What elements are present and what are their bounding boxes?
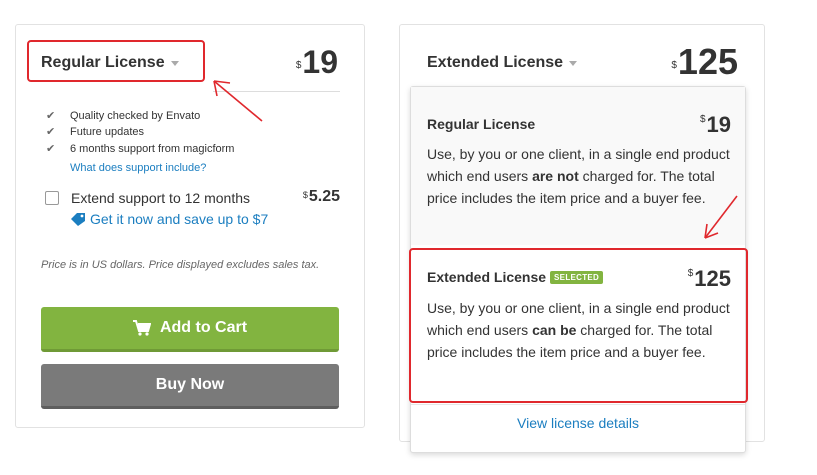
- extend-price-value: 5.25: [308, 188, 340, 205]
- dropdown-divider: [411, 404, 745, 405]
- tag-icon: [71, 212, 85, 226]
- extend-offer[interactable]: Get it now and save up to $7: [71, 211, 268, 227]
- feature-item: ✔ Quality checked by Envato: [46, 109, 201, 123]
- buy-now-label: Buy Now: [155, 376, 225, 393]
- view-license-details-link[interactable]: View license details: [411, 415, 745, 431]
- annotation-arrow-icon: [704, 195, 738, 239]
- description-emphasis: can be: [532, 322, 577, 338]
- support-info-link[interactable]: What does support include?: [70, 162, 206, 174]
- price: $125: [671, 42, 738, 82]
- feature-label: 6 months support from magicform: [70, 142, 235, 155]
- selected-badge: SELECTED: [550, 270, 604, 284]
- check-icon: ✔: [46, 126, 56, 138]
- price-value: 19: [302, 44, 338, 80]
- option-description: Use, by you or one client, in a single e…: [427, 297, 732, 363]
- price-currency: $: [699, 114, 706, 125]
- annotation-arrow-icon: [213, 80, 263, 122]
- price-note: Price is in US dollars. Price displayed …: [41, 259, 320, 271]
- license-selector-label: Extended License: [427, 54, 564, 71]
- license-selector-extended[interactable]: Extended License: [427, 53, 578, 73]
- option-title: Extended License: [427, 269, 547, 285]
- price-currency: $: [671, 60, 677, 71]
- add-to-cart-button[interactable]: Add to Cart: [41, 307, 339, 352]
- option-title: Regular License: [427, 116, 536, 132]
- chevron-down-icon: [569, 60, 578, 66]
- price-value: 125: [677, 41, 738, 82]
- price-currency: $: [295, 60, 302, 71]
- extend-support-price: $5.25: [303, 188, 340, 206]
- option-description: Use, by you or one client, in a single e…: [427, 143, 732, 209]
- price-currency: $: [687, 268, 694, 279]
- extend-offer-label: Get it now and save up to $7: [90, 211, 269, 227]
- annotation-box-license-selector: [27, 40, 205, 82]
- feature-label: Quality checked by Envato: [70, 109, 201, 122]
- check-icon: ✔: [46, 143, 56, 155]
- extend-support-label[interactable]: Extend support to 12 months: [71, 190, 250, 206]
- add-to-cart-label: Add to Cart: [159, 319, 248, 336]
- check-icon: ✔: [46, 110, 56, 122]
- extend-support-checkbox[interactable]: [45, 191, 59, 205]
- option-price: $19: [700, 112, 731, 138]
- price-value: 125: [694, 266, 731, 291]
- extend-price-currency: $: [302, 190, 308, 200]
- description-emphasis: are not: [532, 168, 579, 184]
- option-price: $125: [688, 266, 731, 292]
- option-title-row: Extended License SELECTED: [427, 269, 604, 285]
- feature-item: ✔ Future updates: [46, 125, 144, 139]
- price-value: 19: [706, 112, 731, 137]
- feature-item: ✔ 6 months support from magicform: [46, 142, 235, 156]
- price: $19: [296, 44, 338, 80]
- cart-icon: [132, 320, 151, 336]
- feature-label: Future updates: [70, 125, 144, 138]
- buy-now-button[interactable]: Buy Now: [41, 364, 339, 409]
